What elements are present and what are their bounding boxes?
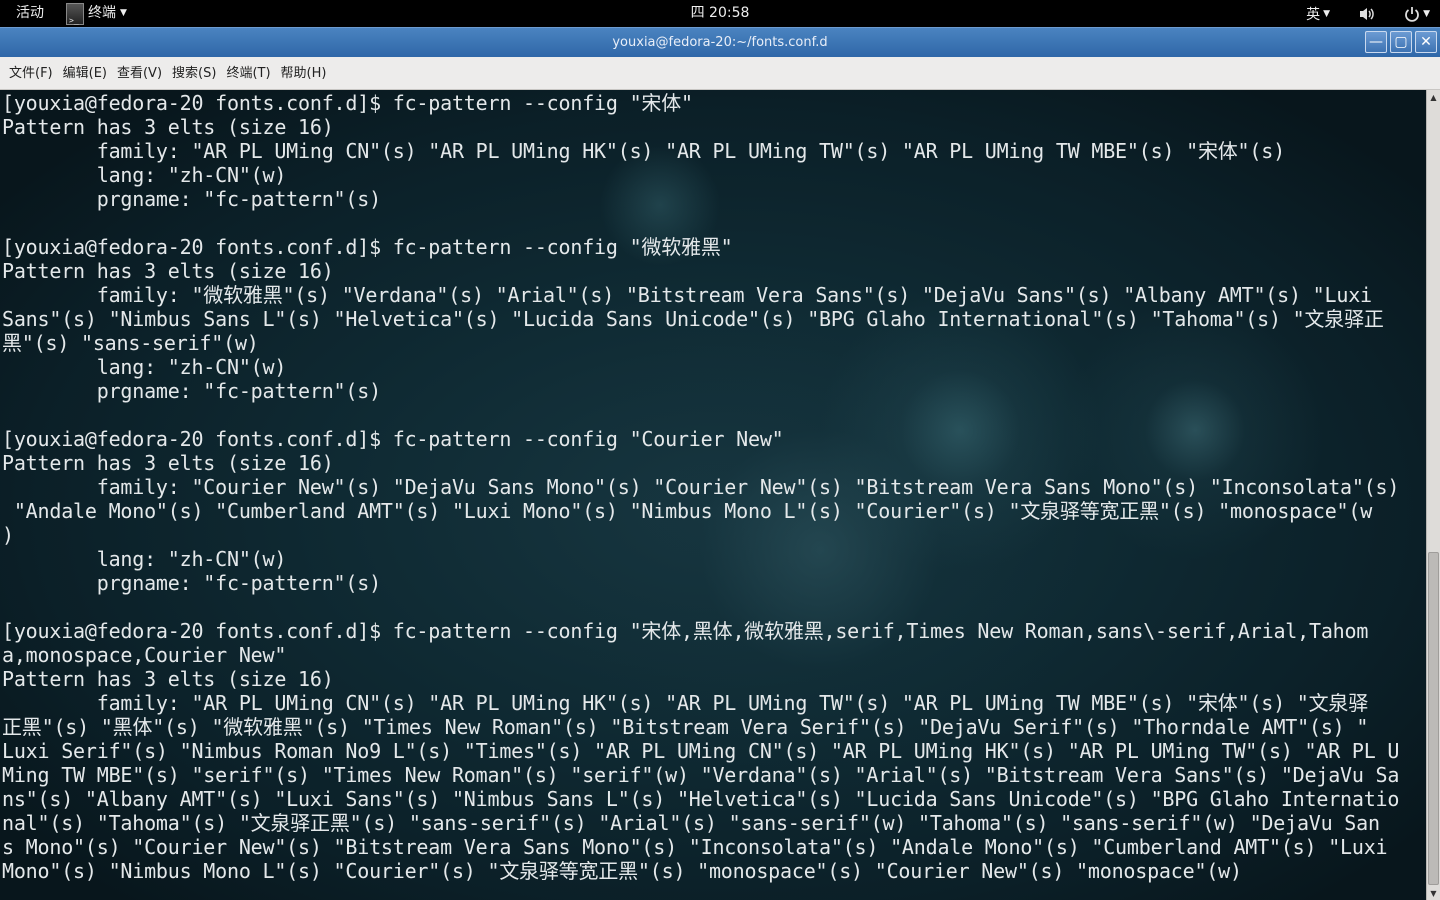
terminal-line: [youxia@fedora-20 fonts.conf.d]$ fc-patt… [2,427,784,451]
terminal-line: prgname: "fc-pattern"(s) [2,187,381,211]
app-menu-label: 终端 [88,5,116,21]
menu-search[interactable]: 搜索(S) [167,57,221,90]
scrollbar-thumb[interactable] [1428,552,1439,885]
terminal-line: family: "Courier New"(s) "DejaVu Sans Mo… [2,475,1400,499]
menu-help[interactable]: 帮助(H) [276,57,332,90]
power-menu[interactable]: ▼ [1404,6,1430,22]
terminal-line: lang: "zh-CN"(w) [2,547,287,571]
chevron-down-icon: ▼ [120,8,127,18]
terminal-line: Pattern has 3 elts (size 16) [2,115,334,139]
menu-file[interactable]: 文件(F) [4,57,58,90]
terminal-line: lang: "zh-CN"(w) [2,355,287,379]
window-title: youxia@fedora-20:~/fonts.conf.d [612,35,828,50]
terminal-line: s Mono"(s) "Courier New"(s) "Bitstream V… [2,835,1388,859]
terminal-line: nal"(s) "Tahoma"(s) "文泉驿正黑"(s) "sans-ser… [2,811,1380,835]
terminal-line: Mono"(s) "Nimbus Mono L"(s) "Courier"(s)… [2,859,1242,883]
terminal-line: family: "微软雅黑"(s) "Verdana"(s) "Arial"(s… [2,283,1372,307]
terminal-line: [youxia@fedora-20 fonts.conf.d]$ fc-patt… [2,235,733,259]
menu-view[interactable]: 查看(V) [112,57,167,90]
terminal-line: lang: "zh-CN"(w) [2,163,287,187]
terminal-line: Pattern has 3 elts (size 16) [2,451,334,475]
terminal-line: 正黑"(s) "黑体"(s) "微软雅黑"(s) "Times New Roma… [2,715,1369,739]
terminal-output[interactable]: [youxia@fedora-20 fonts.conf.d]$ fc-patt… [0,90,1426,900]
terminal-line: prgname: "fc-pattern"(s) [2,571,381,595]
maximize-button[interactable]: ▢ [1390,31,1412,53]
maximize-icon: ▢ [1394,34,1408,50]
window-titlebar[interactable]: youxia@fedora-20:~/fonts.conf.d — ▢ ✕ [0,27,1440,57]
terminal-line: "Andale Mono"(s) "Cumberland AMT"(s) "Lu… [2,499,1373,523]
input-method-menu[interactable]: 英 ▼ [1306,4,1330,24]
vertical-scrollbar[interactable]: ▲ ▼ [1426,90,1440,900]
terminal-line: ns"(s) "Albany AMT"(s) "Luxi Sans"(s) "N… [2,787,1400,811]
menu-edit[interactable]: 编辑(E) [58,57,112,90]
app-menu[interactable]: 终端 ▼ [62,0,131,34]
close-button[interactable]: ✕ [1415,31,1437,53]
terminal-line: Pattern has 3 elts (size 16) [2,259,334,283]
volume-indicator[interactable] [1358,6,1376,22]
clock[interactable]: 四 20:58 [691,5,750,21]
terminal-icon [66,2,84,34]
menu-terminal[interactable]: 终端(T) [221,57,275,90]
terminal-line: family: "AR PL UMing CN"(s) "AR PL UMing… [2,691,1368,715]
terminal-line: a,monospace,Courier New" [2,643,287,667]
menu-bar: 文件(F) 编辑(E) 查看(V) 搜索(S) 终端(T) 帮助(H) [0,57,1440,90]
minimize-button[interactable]: — [1365,31,1387,53]
chevron-down-icon: ▼ [1323,8,1331,19]
close-icon: ✕ [1420,34,1432,50]
scroll-down-icon[interactable]: ▼ [1427,886,1440,900]
power-icon [1405,6,1419,22]
terminal-line: Pattern has 3 elts (size 16) [2,667,334,691]
terminal-line: Ming TW MBE"(s) "serif"(s) "Times New Ro… [2,763,1400,787]
chevron-down-icon: ▼ [1423,8,1430,19]
minimize-icon: — [1369,34,1383,50]
terminal-line: family: "AR PL UMing CN"(s) "AR PL UMing… [2,139,1285,163]
terminal-line: [youxia@fedora-20 fonts.conf.d]$ fc-patt… [2,91,693,115]
terminal-line: Sans"(s) "Nimbus Sans L"(s) "Helvetica"(… [2,307,1384,331]
terminal-line: 黑"(s) "sans-serif"(w) [2,331,259,355]
terminal-text: [youxia@fedora-20 fonts.conf.d]$ fc-patt… [2,91,1399,883]
input-method-label: 英 [1306,6,1321,23]
volume-icon [1360,7,1374,20]
system-tray: 英 ▼ ▼ [1306,0,1430,27]
terminal-line: Luxi Serif"(s) "Nimbus Roman No9 L"(s) "… [2,739,1400,763]
top-bar: 活动 终端 ▼ 四 20:58 英 ▼ ▼ [0,0,1440,34]
scroll-up-icon[interactable]: ▲ [1427,90,1440,104]
terminal-line: [youxia@fedora-20 fonts.conf.d]$ fc-patt… [2,619,1369,643]
terminal-line: prgname: "fc-pattern"(s) [2,379,381,403]
activities-button[interactable]: 活动 [0,0,60,27]
terminal-line: ) [2,523,14,547]
